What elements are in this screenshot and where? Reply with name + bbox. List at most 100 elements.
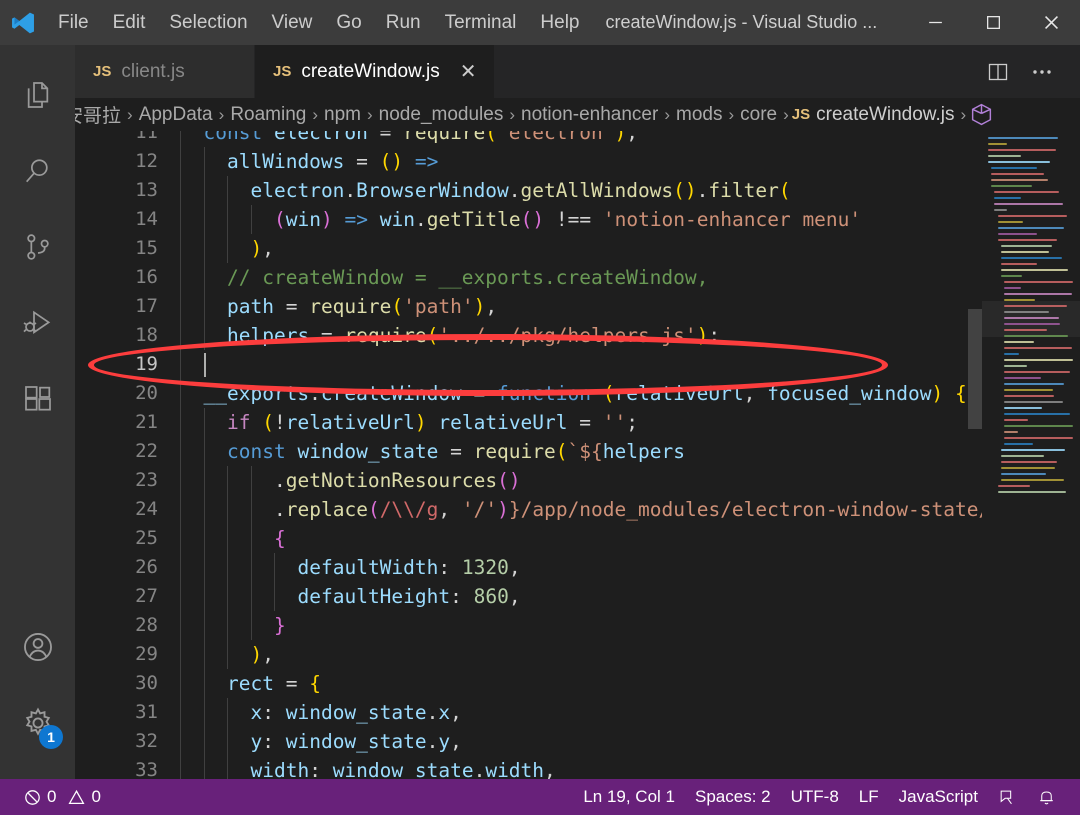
code-line[interactable]: 23 .getNotionResources() — [75, 466, 982, 495]
code-line[interactable]: 25 { — [75, 524, 982, 553]
line-text[interactable]: const electron = require('electron'), — [180, 131, 982, 147]
code-line[interactable]: 24 .replace(/\\/g, '/')}/app/node_modules… — [75, 495, 982, 524]
ellipsis-icon[interactable] — [1022, 52, 1062, 92]
problems-status[interactable]: 0 0 — [14, 779, 111, 815]
code-token: ) — [497, 498, 509, 521]
activity-item-run-debug[interactable] — [0, 285, 75, 361]
activity-item-extensions[interactable] — [0, 361, 75, 437]
code-line[interactable]: 33 width: window_state.width, — [75, 756, 982, 779]
code-line[interactable]: 20 __exports.createWindow = function (rel… — [75, 379, 982, 408]
line-text[interactable]: } — [180, 611, 982, 640]
language-mode[interactable]: JavaScript — [889, 779, 988, 815]
breadcrumb[interactable]: 安哥拉 › AppData › Roaming › npm › node_mod… — [75, 98, 1080, 131]
line-text[interactable]: .getNotionResources() — [180, 466, 982, 495]
line-text[interactable]: helpers = require('../../pkg/helpers.js'… — [180, 321, 982, 350]
split-editor-icon[interactable] — [978, 52, 1018, 92]
close-button[interactable] — [1022, 0, 1080, 45]
code-content[interactable]: 11 const electron = require('electron'), 1… — [75, 131, 982, 779]
editor-vertical-scrollbar[interactable] — [968, 309, 982, 429]
bell-icon[interactable] — [1027, 779, 1066, 815]
line-text[interactable]: if (!relativeUrl) relativeUrl = ''; — [180, 408, 982, 437]
menu-item-view[interactable]: View — [260, 8, 325, 38]
line-text[interactable]: .replace(/\\/g, '/')}/app/node_modules/e… — [180, 495, 982, 524]
line-text[interactable]: x: window_state.x, — [180, 698, 982, 727]
code-line[interactable]: 21 if (!relativeUrl) relativeUrl = ''; — [75, 408, 982, 437]
encoding-setting[interactable]: UTF-8 — [781, 779, 849, 815]
tab-client-js[interactable]: JS client.js — [75, 45, 255, 98]
code-line[interactable]: 18 helpers = require('../../pkg/helpers.j… — [75, 321, 982, 350]
code-line[interactable]: 14 (win) => win.getTitle() !== 'notion-en… — [75, 205, 982, 234]
editor-viewport[interactable]: 11 const electron = require('electron'), 1… — [75, 131, 1080, 779]
code-line[interactable]: 19 — [75, 350, 982, 379]
line-text[interactable]: { — [180, 524, 982, 553]
line-text[interactable]: const window_state = require(`${helpers — [180, 437, 982, 466]
close-icon[interactable]: ✕ — [460, 62, 477, 82]
cube-icon[interactable] — [969, 102, 994, 127]
breadcrumb-item-core[interactable]: core — [737, 104, 780, 126]
code-line[interactable]: 17 path = require('path'), — [75, 292, 982, 321]
line-text[interactable] — [180, 350, 982, 379]
line-text[interactable]: allWindows = () => — [180, 147, 982, 176]
menu-item-file[interactable]: File — [46, 8, 101, 38]
code-line[interactable]: 12 allWindows = () => — [75, 147, 982, 176]
code-line[interactable]: 16 // createWindow = __exports.createWind… — [75, 263, 982, 292]
activity-item-manage-settings[interactable]: 1 — [0, 685, 75, 761]
code-line[interactable]: 26 defaultWidth: 1320, — [75, 553, 982, 582]
code-line[interactable]: 29), — [75, 640, 982, 669]
minimize-button[interactable] — [906, 0, 964, 45]
code-line[interactable]: 11 const electron = require('electron'), — [75, 131, 982, 147]
line-text[interactable]: (win) => win.getTitle() !== 'notion-enha… — [180, 205, 982, 234]
breadcrumb-item-mods[interactable]: mods — [673, 104, 725, 126]
editor-tab-bar: JS client.js JS createWindow.js ✕ — [75, 45, 1080, 98]
menu-bar[interactable]: File Edit Selection View Go Run Terminal… — [46, 8, 592, 38]
activity-item-accounts[interactable] — [0, 609, 75, 685]
line-text[interactable]: width: window_state.width, — [180, 756, 982, 779]
minimap-line — [1004, 443, 1033, 445]
line-text[interactable]: path = require('path'), — [180, 292, 982, 321]
code-line[interactable]: 30 rect = { — [75, 669, 982, 698]
line-text[interactable]: y: window_state.y, — [180, 727, 982, 756]
minimap[interactable] — [982, 131, 1080, 779]
code-line[interactable]: 15), — [75, 234, 982, 263]
breadcrumb-item-appdata[interactable]: AppData — [136, 104, 216, 126]
line-text[interactable]: ), — [180, 234, 982, 263]
line-text[interactable]: rect = { — [180, 669, 982, 698]
line-text[interactable]: __exports.createWindow = function (relat… — [180, 379, 982, 408]
breadcrumb-item-user[interactable]: 安哥拉 — [75, 101, 124, 128]
line-text[interactable]: // createWindow = __exports.createWindow… — [180, 263, 982, 292]
line-text[interactable]: defaultHeight: 860, — [180, 582, 982, 611]
minimap-line — [1004, 413, 1070, 415]
line-text[interactable]: ), — [180, 640, 982, 669]
breadcrumb-item-notion-enhancer[interactable]: notion-enhancer — [518, 104, 661, 126]
eol-setting[interactable]: LF — [849, 779, 889, 815]
code-line[interactable]: 22 const window_state = require(`${helper… — [75, 437, 982, 466]
line-text[interactable]: electron.BrowserWindow.getAllWindows().f… — [180, 176, 982, 205]
activity-item-source-control[interactable] — [0, 209, 75, 285]
tab-createwindow-js[interactable]: JS createWindow.js ✕ — [255, 45, 496, 98]
cursor-position[interactable]: Ln 19, Col 1 — [573, 779, 685, 815]
breadcrumb-item-roaming[interactable]: Roaming — [227, 104, 309, 126]
menu-item-go[interactable]: Go — [324, 8, 373, 38]
activity-item-search[interactable] — [0, 133, 75, 209]
tweet-feedback-icon[interactable] — [988, 779, 1027, 815]
activity-item-explorer[interactable] — [0, 57, 75, 133]
menu-item-run[interactable]: Run — [374, 8, 433, 38]
menu-item-terminal[interactable]: Terminal — [433, 8, 529, 38]
indentation-setting[interactable]: Spaces: 2 — [685, 779, 781, 815]
menu-item-selection[interactable]: Selection — [157, 8, 259, 38]
line-text[interactable]: defaultWidth: 1320, — [180, 553, 982, 582]
indent-guide — [203, 466, 205, 495]
code-line[interactable]: 13 electron.BrowserWindow.getAllWindows()… — [75, 176, 982, 205]
code-scroll-region[interactable]: 11 const electron = require('electron'), 1… — [75, 131, 982, 779]
breadcrumb-item-npm[interactable]: npm — [321, 104, 364, 126]
menu-item-help[interactable]: Help — [528, 8, 591, 38]
breadcrumb-separator: › — [218, 104, 225, 124]
maximize-button[interactable] — [964, 0, 1022, 45]
breadcrumb-item-file[interactable]: createWindow.js — [813, 104, 957, 126]
code-line[interactable]: 27 defaultHeight: 860, — [75, 582, 982, 611]
menu-item-edit[interactable]: Edit — [101, 8, 158, 38]
breadcrumb-item-node-modules[interactable]: node_modules — [376, 104, 507, 126]
code-line[interactable]: 28} — [75, 611, 982, 640]
code-line[interactable]: 31 x: window_state.x, — [75, 698, 982, 727]
code-line[interactable]: 32 y: window_state.y, — [75, 727, 982, 756]
